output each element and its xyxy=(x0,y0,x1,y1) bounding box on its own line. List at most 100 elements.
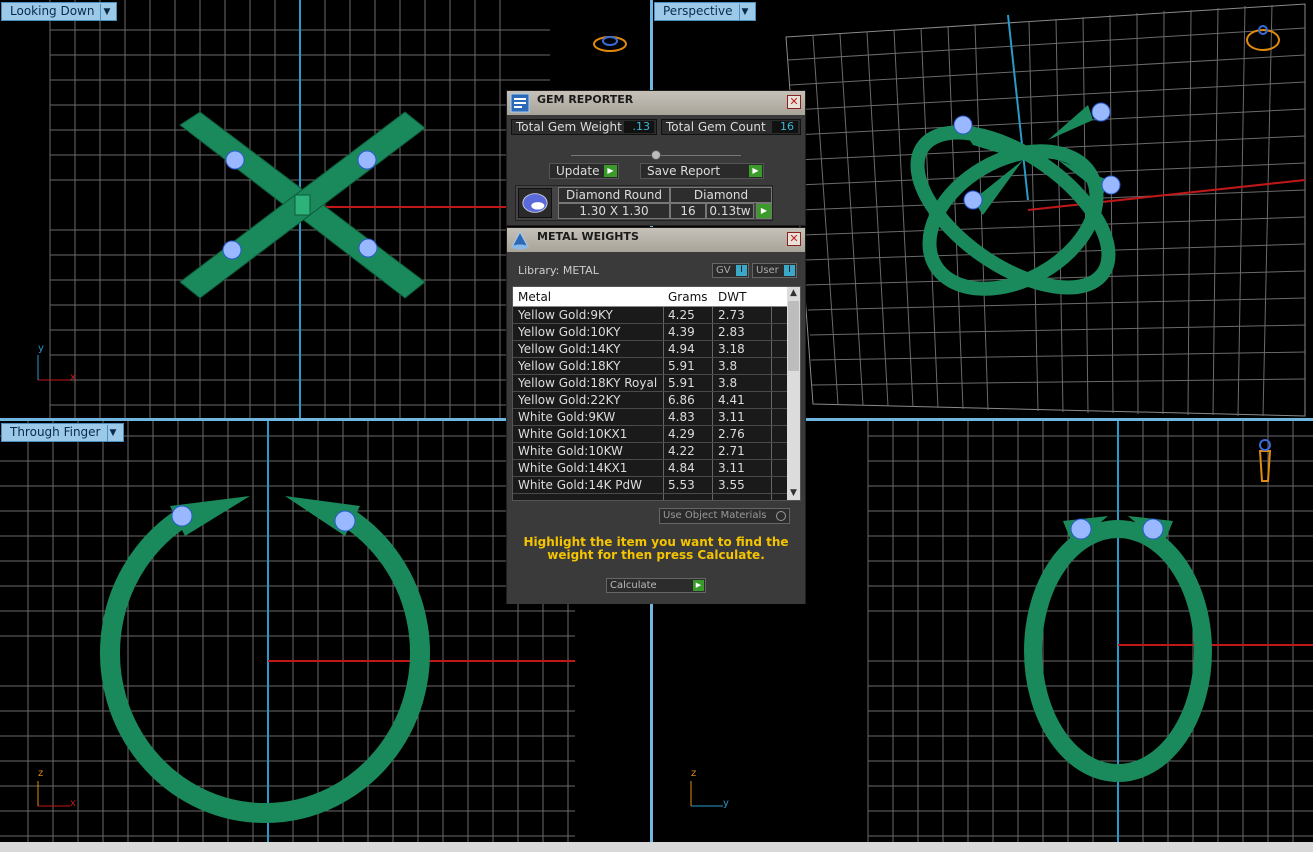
gem-shape: Diamond Round xyxy=(558,187,670,203)
metal-name: White Gold:14K PdW xyxy=(518,478,643,492)
metal-name: Yellow Gold:14KY xyxy=(518,342,621,356)
toggle-icon: I xyxy=(736,265,747,276)
metal-grams: 4.22 xyxy=(668,444,695,458)
gem-weight: 0.13tw xyxy=(706,203,754,219)
metal-dwt: 2.83 xyxy=(718,325,745,339)
chevron-down-icon[interactable]: ▼ xyxy=(100,3,112,20)
metal-weights-panel: METAL WEIGHTS ✕ Library: METAL GV I User… xyxy=(506,227,806,604)
view-label-through-finger[interactable]: Through Finger ▼ xyxy=(1,423,124,442)
table-row[interactable]: Yellow Gold:22KY 6.86 4.41 xyxy=(513,392,800,409)
metal-grams: 4.25 xyxy=(668,308,695,322)
metal-table-body: Yellow Gold:9KY 4.25 2.73 Yellow Gold:10KY 4… xyxy=(513,307,800,494)
axis-y-label: y xyxy=(723,798,729,809)
metal-dwt: 4.41 xyxy=(718,393,745,407)
gv-label: GV xyxy=(716,265,731,276)
metal-dwt: 3.8 xyxy=(718,359,738,373)
gem-list-row[interactable]: Diamond Round Diamond 1.30 X 1.30 16 0.1… xyxy=(515,185,773,221)
metal-name: White Gold:10KX1 xyxy=(518,427,628,441)
total-gem-count-label: Total Gem Count xyxy=(666,120,766,134)
play-icon: ▶ xyxy=(604,165,617,177)
metal-dwt: 3.11 xyxy=(718,410,745,424)
metal-weights-titlebar[interactable]: METAL WEIGHTS ✕ xyxy=(507,228,805,252)
play-icon: ▶ xyxy=(749,165,762,177)
metal-grams: 4.39 xyxy=(668,325,695,339)
user-toggle[interactable]: User I xyxy=(752,263,797,278)
bottom-status-strip xyxy=(0,842,1313,852)
metal-grams: 4.84 xyxy=(668,461,695,475)
metal-grams: 5.53 xyxy=(668,478,695,492)
total-gem-weight-value: .13 xyxy=(624,121,654,133)
metal-table: Metal Grams DWT Yellow Gold:9KY 4.25 2.73 Y… xyxy=(512,286,801,501)
metal-dwt: 2.76 xyxy=(718,427,745,441)
metal-dwt: 3.18 xyxy=(718,342,745,356)
save-report-label: Save Report xyxy=(647,164,721,178)
calculate-button[interactable]: Calculate ▶ xyxy=(606,578,706,593)
metal-weights-body: Library: METAL GV I User I Metal Grams D… xyxy=(507,252,805,604)
gv-toggle[interactable]: GV I xyxy=(712,263,749,278)
total-gem-weight: Total Gem Weight .13 xyxy=(511,119,657,135)
metal-name: Yellow Gold:18KY Royal xyxy=(518,376,658,390)
metal-name: Yellow Gold:18KY xyxy=(518,359,621,373)
calculate-label: Calculate xyxy=(610,580,657,591)
column-header-metal[interactable]: Metal xyxy=(518,290,551,304)
total-gem-count: Total Gem Count 16 xyxy=(661,119,801,135)
table-row[interactable]: Yellow Gold:18KY Royal 5.91 3.8 xyxy=(513,375,800,392)
metal-weights-title: METAL WEIGHTS xyxy=(537,230,639,243)
view-label-perspective[interactable]: Perspective ▼ xyxy=(654,2,756,21)
chevron-down-icon[interactable]: ▼ xyxy=(787,487,800,500)
toggle-icon: I xyxy=(784,265,795,276)
table-row[interactable]: White Gold:14K PdW 5.53 3.55 xyxy=(513,477,800,494)
table-row[interactable]: Yellow Gold:14KY 4.94 3.18 xyxy=(513,341,800,358)
chevron-up-icon[interactable]: ▲ xyxy=(787,287,800,300)
metal-grams: 6.86 xyxy=(668,393,695,407)
table-row[interactable]: White Gold:10KW 4.22 2.71 xyxy=(513,443,800,460)
column-header-grams[interactable]: Grams xyxy=(668,290,708,304)
metal-dwt: 2.73 xyxy=(718,308,745,322)
metal-grams: 4.29 xyxy=(668,427,695,441)
close-icon[interactable]: ✕ xyxy=(787,232,801,246)
chevron-down-icon[interactable]: ▼ xyxy=(738,3,751,20)
gem-reporter-panel: GEM REPORTER ✕ Total Gem Weight .13 Tota… xyxy=(506,90,806,226)
axis-z-label: z xyxy=(38,768,44,779)
update-button[interactable]: Update ▶ xyxy=(549,163,619,179)
metal-name: Yellow Gold:10KY xyxy=(518,325,621,339)
gem-slider-handle[interactable] xyxy=(651,150,661,160)
scrollbar-thumb[interactable] xyxy=(788,301,799,371)
metal-dwt: 3.11 xyxy=(718,461,745,475)
column-header-dwt[interactable]: DWT xyxy=(718,290,746,304)
gem-count: 16 xyxy=(670,203,706,219)
table-row[interactable]: Yellow Gold:10KY 4.39 2.83 xyxy=(513,324,800,341)
view-label-looking-down[interactable]: Looking Down ▼ xyxy=(1,2,118,21)
gem-type: Diamond xyxy=(670,187,772,203)
table-row[interactable]: White Gold:14KX1 4.84 3.11 xyxy=(513,460,800,477)
table-row[interactable]: Yellow Gold:18KY 5.91 3.8 xyxy=(513,358,800,375)
axis-z-label: z xyxy=(691,768,697,779)
chevron-down-icon[interactable]: ▼ xyxy=(106,424,119,441)
table-row[interactable]: White Gold:10KX1 4.29 2.76 xyxy=(513,426,800,443)
ring-top-view xyxy=(179,111,426,299)
play-icon[interactable]: ▶ xyxy=(756,203,772,219)
total-gem-weight-label: Total Gem Weight xyxy=(516,120,622,134)
metal-table-scrollbar[interactable]: ▲ ▼ xyxy=(787,287,800,500)
use-object-materials-label: Use Object Materials xyxy=(663,510,767,521)
metal-name: Yellow Gold:9KY xyxy=(518,308,613,322)
gem-size: 1.30 X 1.30 xyxy=(558,203,670,219)
metal-dwt: 3.8 xyxy=(718,376,738,390)
metal-grams: 4.94 xyxy=(668,342,695,356)
table-row[interactable]: Yellow Gold:9KY 4.25 2.73 xyxy=(513,307,800,324)
view-label-text: Perspective xyxy=(663,4,733,18)
user-label: User xyxy=(756,265,779,276)
table-row[interactable]: White Gold:9KW 4.83 3.11 xyxy=(513,409,800,426)
update-label: Update xyxy=(556,164,600,178)
gem-reporter-title: GEM REPORTER xyxy=(537,93,634,106)
gem-reporter-body: Total Gem Weight .13 Total Gem Count 16 … xyxy=(507,115,805,225)
metal-grams: 4.83 xyxy=(668,410,695,424)
metal-table-header: Metal Grams DWT xyxy=(513,287,800,307)
use-object-materials-option[interactable]: Use Object Materials xyxy=(659,508,790,524)
gem-reporter-titlebar[interactable]: GEM REPORTER ✕ xyxy=(507,91,805,115)
radio-icon[interactable] xyxy=(776,511,786,521)
metal-grams: 5.91 xyxy=(668,359,695,373)
save-report-button[interactable]: Save Report ▶ xyxy=(640,163,764,179)
metal-name: Yellow Gold:22KY xyxy=(518,393,621,407)
close-icon[interactable]: ✕ xyxy=(787,95,801,109)
